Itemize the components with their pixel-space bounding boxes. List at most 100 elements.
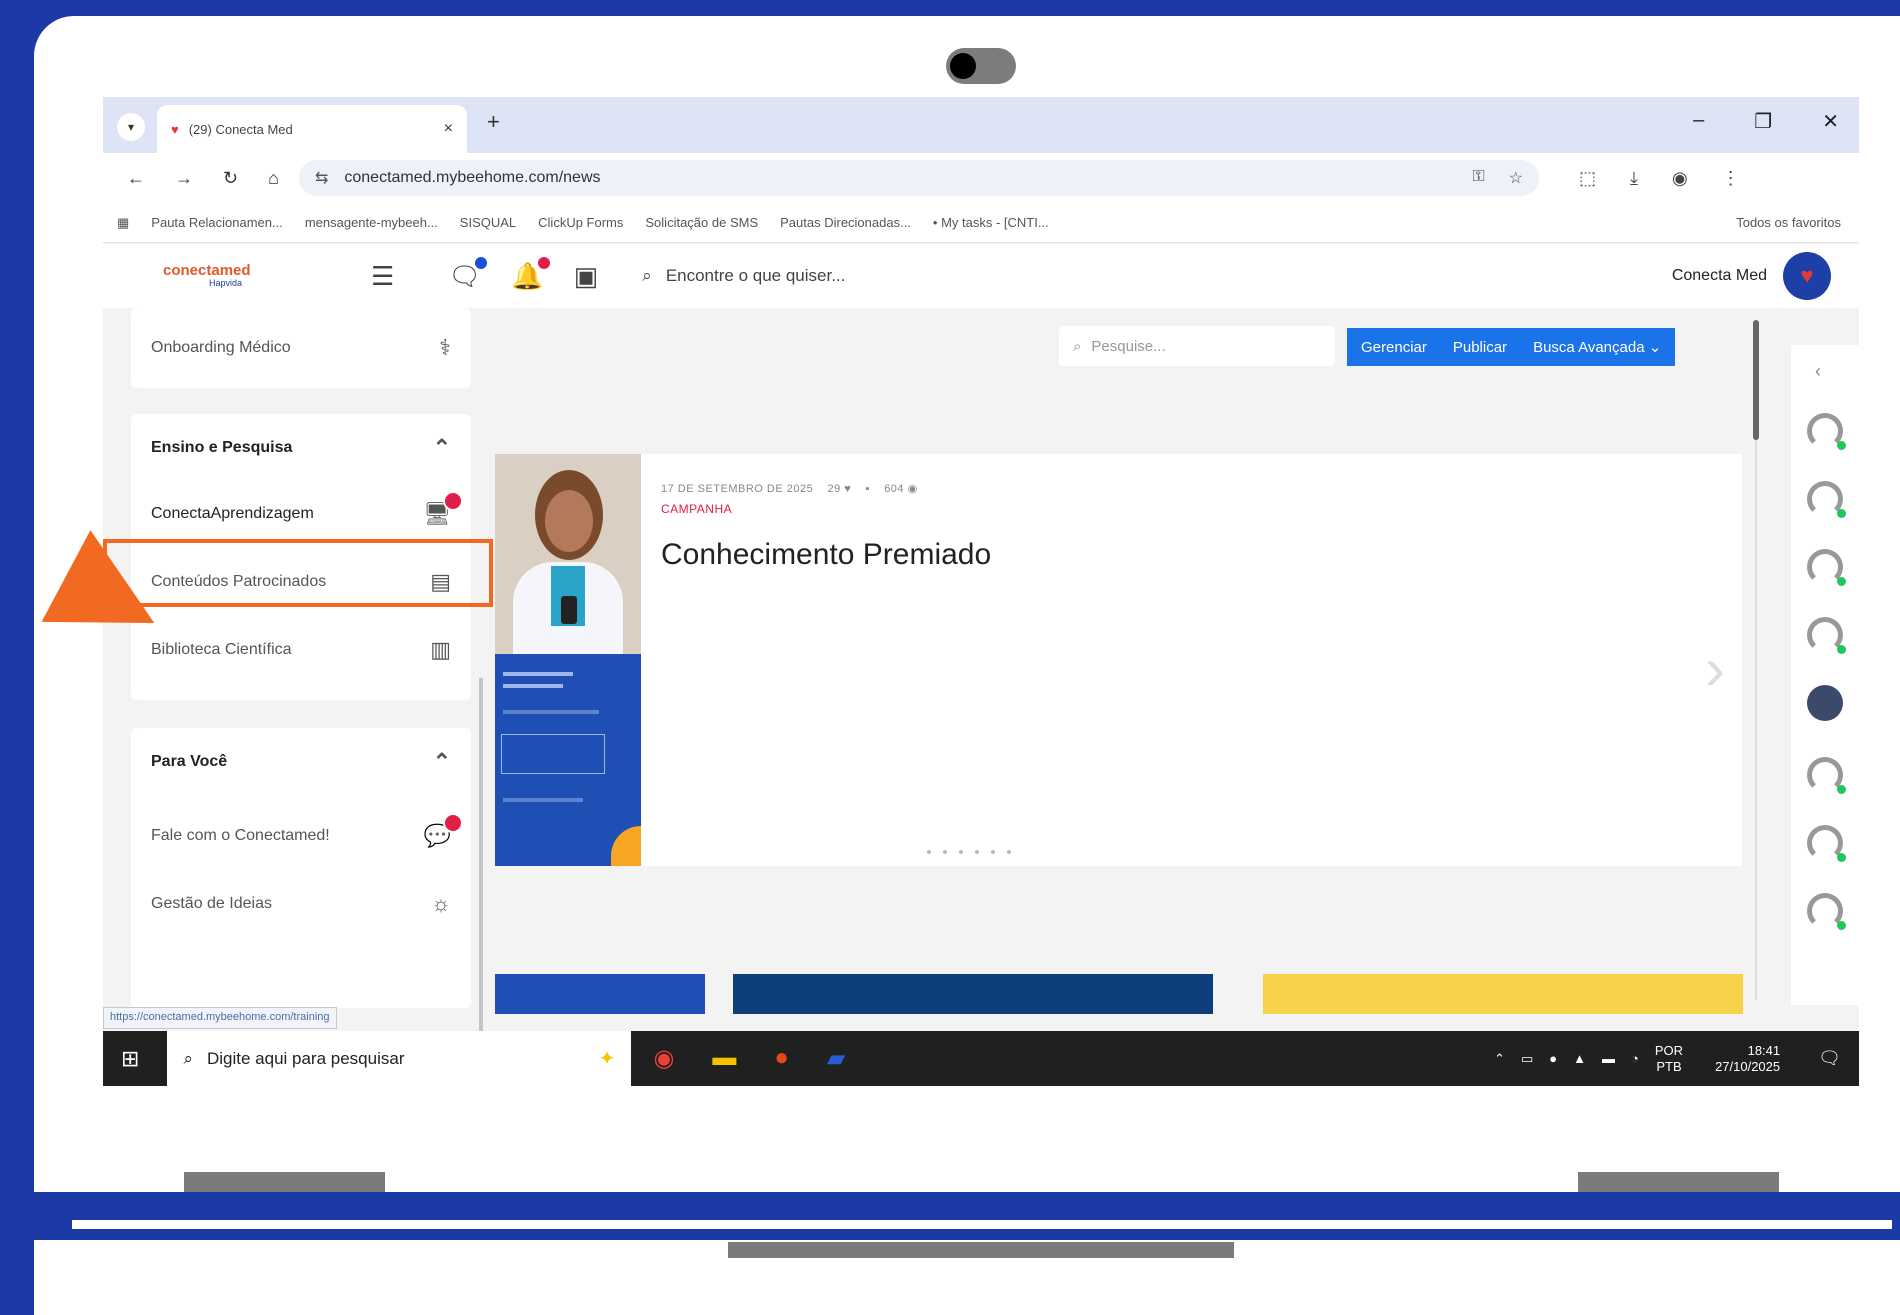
apps-icon[interactable]: ▦ xyxy=(117,215,129,231)
main-content: ⌕ Pesquise... Gerenciar Publicar Busca A… xyxy=(483,308,1779,1014)
advanced-search-button[interactable]: Busca Avançada ⌄ xyxy=(1533,338,1661,356)
publish-button[interactable]: Publicar xyxy=(1453,339,1507,356)
windows-start-icon[interactable]: ⊞ xyxy=(121,1046,139,1072)
carousel-dot[interactable] xyxy=(943,850,947,854)
acrobat-icon[interactable]: ▲ xyxy=(1573,1051,1586,1066)
forward-icon[interactable]: → xyxy=(175,168,193,189)
lang-secondary: PTB xyxy=(1656,1058,1682,1074)
manage-button[interactable]: Gerenciar xyxy=(1361,339,1427,356)
user-presence-icon[interactable] xyxy=(1807,413,1846,450)
new-tab-icon[interactable]: + xyxy=(487,109,500,135)
bookmark[interactable]: Pauta Relacionamen... xyxy=(151,215,283,230)
notification-center-icon[interactable]: 🗨 xyxy=(1818,1048,1841,1069)
user-presence-icon[interactable] xyxy=(1807,893,1846,930)
more-menu-icon[interactable]: ⋮ xyxy=(1722,168,1740,189)
news-title[interactable]: Conhecimento Premiado xyxy=(661,538,991,572)
news-card-preview[interactable] xyxy=(733,974,1213,1014)
bookmark[interactable]: ClickUp Forms xyxy=(538,215,623,230)
input-language[interactable]: POR PTB xyxy=(1655,1043,1683,1074)
download-icon[interactable]: ⤓ xyxy=(1630,168,1638,189)
close-tab-icon[interactable]: × xyxy=(444,120,453,138)
powerpoint-icon[interactable]: ● xyxy=(774,1044,789,1073)
bookmark[interactable]: SISQUAL xyxy=(460,215,516,230)
chevron-left-icon[interactable]: ‹ xyxy=(1815,361,1821,382)
reload-icon[interactable]: ↻ xyxy=(223,168,238,189)
user-presence-icon[interactable] xyxy=(1807,549,1846,586)
carousel-dot[interactable] xyxy=(1007,850,1011,854)
carousel-dot[interactable] xyxy=(959,850,963,854)
star-icon[interactable]: ☆ xyxy=(1509,168,1523,188)
battery-icon[interactable]: ▬ xyxy=(1602,1051,1615,1066)
heart-icon: ♥ xyxy=(844,483,852,495)
chat-bubble-icon: 💬 xyxy=(424,813,463,849)
sidebar-item-fale-com[interactable]: Fale com o Conectamed! 💬 xyxy=(131,806,471,866)
chrome-icon[interactable]: ◉ xyxy=(653,1044,674,1073)
bookmark[interactable]: • My tasks - [CNTI... xyxy=(933,215,1049,230)
user-presence-icon[interactable] xyxy=(1807,617,1846,654)
section-header-ensino[interactable]: Ensino e Pesquisa ⌃ xyxy=(131,418,471,478)
notification-badge xyxy=(443,813,463,833)
security-icon[interactable]: ● xyxy=(1549,1051,1557,1066)
sidebar-item-label: Fale com o Conectamed! xyxy=(151,827,330,844)
section-header-para-voce[interactable]: Para Você ⌃ xyxy=(131,732,471,792)
sidebar-item-gestao-ideias[interactable]: Gestão de Ideias ☼ xyxy=(131,874,471,934)
carousel-dot[interactable] xyxy=(927,850,931,854)
app-logo[interactable]: conectamed Hapvida xyxy=(163,263,323,288)
close-window-icon[interactable]: ✕ xyxy=(1822,109,1839,134)
nav-buttons: ← → ↻ ⌂ xyxy=(127,168,279,189)
global-search[interactable]: ⌕ Encontre o que quiser... xyxy=(642,266,845,286)
network-icon[interactable]: ◔ xyxy=(1631,1051,1639,1066)
device-foot-left xyxy=(184,1172,385,1194)
news-search-input[interactable]: ⌕ Pesquise... xyxy=(1059,326,1335,366)
calendar-icon[interactable]: ▣ xyxy=(574,261,599,292)
carousel-dot[interactable] xyxy=(991,850,995,854)
news-card-preview[interactable] xyxy=(495,974,705,1014)
news-carousel[interactable]: 17 DE SETEMBRO DE 2025 29 ♥ ▪ 604 ◉ CAMP… xyxy=(495,454,1742,866)
monitor-icon[interactable]: ▭ xyxy=(1521,1051,1533,1067)
file-explorer-icon[interactable]: ▬ xyxy=(712,1044,736,1073)
promo-text-line xyxy=(503,798,583,802)
user-presence-icon[interactable] xyxy=(1807,757,1846,794)
back-icon[interactable]: ← xyxy=(127,168,145,189)
news-card-preview[interactable] xyxy=(1263,974,1743,1014)
bookmark[interactable]: Solicitação de SMS xyxy=(645,215,758,230)
avatar[interactable]: ♥ xyxy=(1783,252,1831,300)
all-bookmarks[interactable]: Todos os favoritos xyxy=(1736,215,1841,230)
chevron-up-icon[interactable]: ⌃ xyxy=(433,435,451,461)
minimize-icon[interactable]: – xyxy=(1693,109,1704,134)
carousel-next-icon[interactable]: › xyxy=(1705,634,1725,703)
clock-date: 27/10/2025 xyxy=(1715,1058,1781,1074)
browser-tab[interactable]: ♥ (29) Conecta Med × xyxy=(157,105,467,153)
sidebar-item-onboarding[interactable]: Onboarding Médico ⚕ xyxy=(131,318,471,378)
home-icon[interactable]: ⌂ xyxy=(268,168,279,189)
bookmark[interactable]: mensagente-mybeeh... xyxy=(305,215,438,230)
tray-chevron-icon[interactable]: ⌃ xyxy=(1494,1051,1505,1067)
user-photo-avatar[interactable] xyxy=(1807,685,1843,721)
carousel-dot[interactable] xyxy=(975,850,979,854)
key-icon[interactable]: ⚿ xyxy=(1472,168,1484,188)
user-menu[interactable]: Conecta Med ♥ xyxy=(1672,252,1831,300)
chevron-up-icon[interactable]: ⌃ xyxy=(433,749,451,775)
sidebar-item-biblioteca[interactable]: Biblioteca Científica ▥ xyxy=(131,620,471,680)
chat-icon[interactable]: 🗨 xyxy=(448,254,490,292)
heart-favicon-icon: ♥ xyxy=(171,121,179,137)
device-stand xyxy=(728,1242,1234,1258)
restore-icon[interactable]: ❐ xyxy=(1754,109,1772,134)
bell-icon[interactable]: 🔔 xyxy=(511,254,552,292)
address-bar[interactable]: ⇆ conectamed.mybeehome.com/news ⚿ ☆ xyxy=(298,160,1539,196)
bookmark[interactable]: Pautas Direcionadas... xyxy=(780,215,911,230)
extensions-icon[interactable]: ⬚ xyxy=(1579,168,1596,189)
site-info-icon[interactable]: ⇆ xyxy=(315,168,328,188)
user-presence-icon[interactable] xyxy=(1807,825,1846,862)
clock[interactable]: 18:41 27/10/2025 xyxy=(1715,1043,1780,1074)
sidebar-item-conectaaprendizagem[interactable]: ConectaAprendizagem 🖥 xyxy=(131,484,471,544)
toggle-knob xyxy=(950,53,976,79)
hamburger-menu-icon[interactable]: ☰ xyxy=(371,261,394,292)
tab-list-button[interactable]: ▾ xyxy=(117,113,145,141)
app-header: conectamed Hapvida ☰ 🗨 🔔 ▣ ⌕ Encontre o … xyxy=(103,244,1859,308)
profile-icon[interactable]: ◉ xyxy=(1672,168,1688,189)
taskbar-search[interactable]: ⌕ Digite aqui para pesquisar ✦ xyxy=(167,1031,632,1086)
main-scrollbar[interactable] xyxy=(1753,320,1759,440)
word-icon[interactable]: ▰ xyxy=(827,1044,845,1073)
user-presence-icon[interactable] xyxy=(1807,481,1846,518)
